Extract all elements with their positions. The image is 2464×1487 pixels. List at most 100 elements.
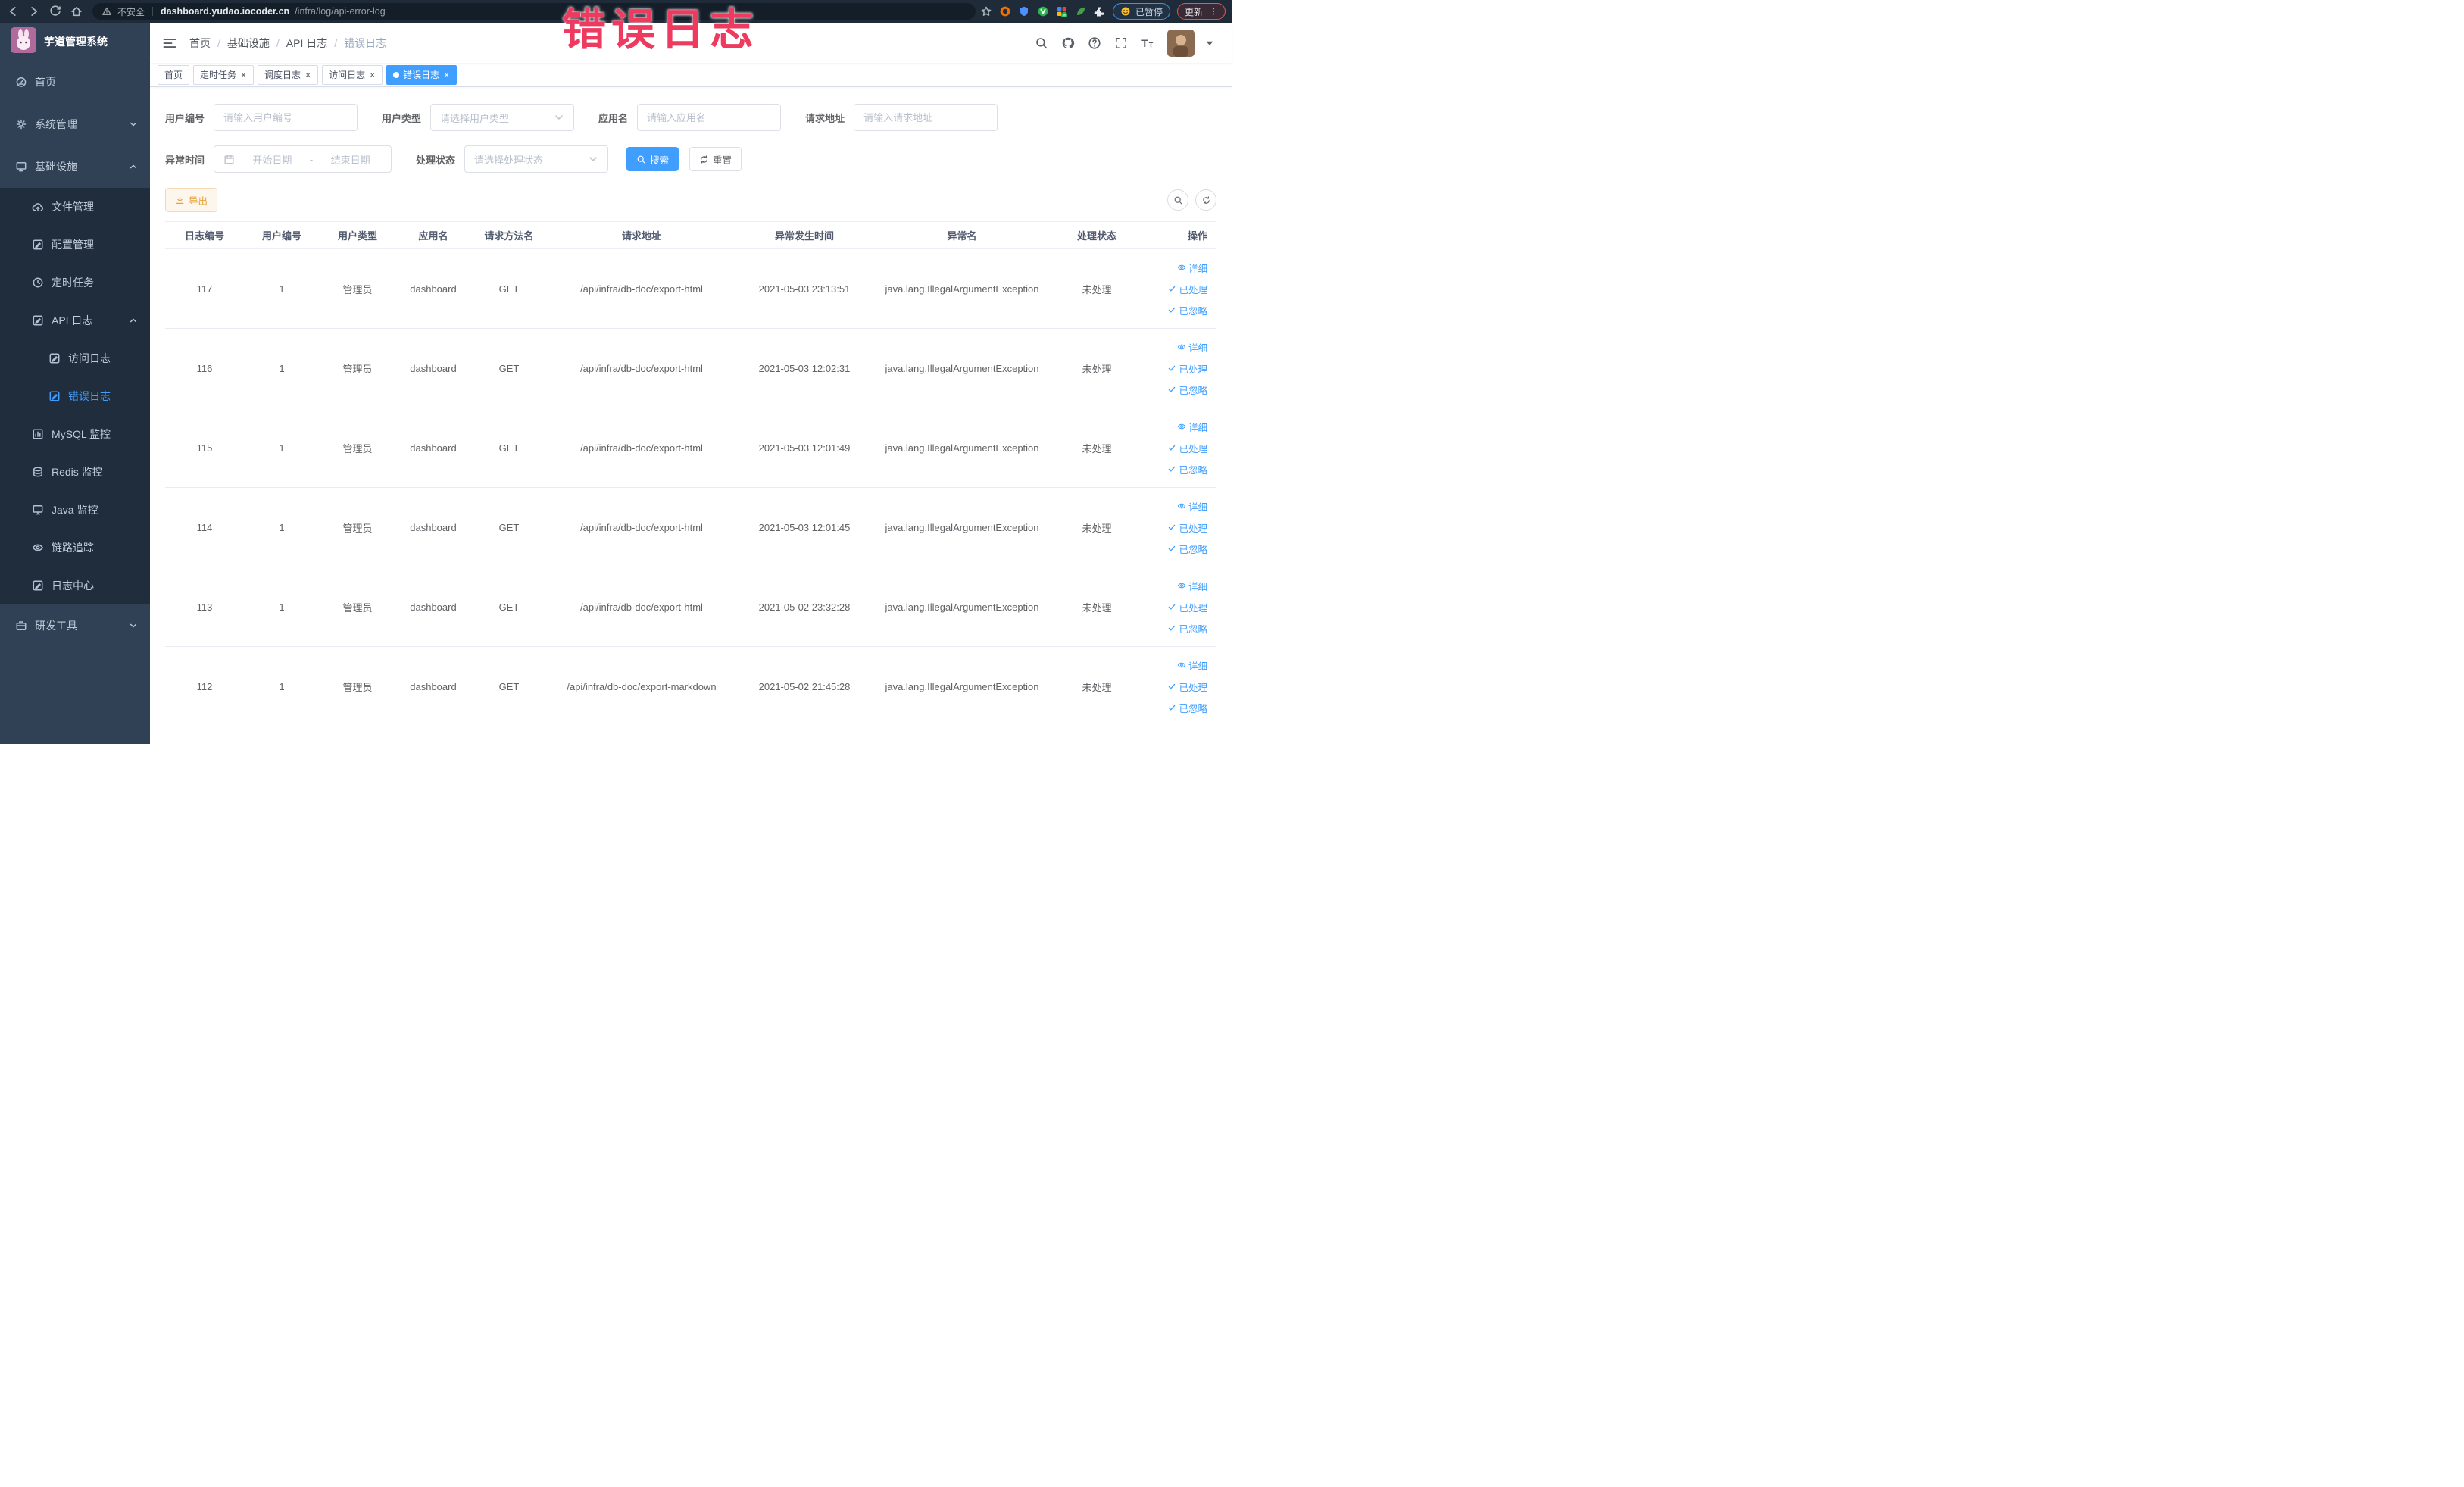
hamburger-icon[interactable]: [162, 36, 177, 51]
tab-close-icon[interactable]: ×: [240, 70, 247, 80]
home-icon[interactable]: [70, 5, 83, 18]
action-ignored-link[interactable]: 已忽略: [1167, 542, 1207, 556]
tab-close-icon[interactable]: ×: [369, 70, 376, 80]
action-detail-link[interactable]: 详细: [1177, 658, 1207, 673]
request-url-field[interactable]: [854, 104, 998, 131]
action-detail-link[interactable]: 详细: [1177, 340, 1207, 355]
cell-exception-time: 2021-05-03 12:01:45: [736, 487, 873, 567]
user-id-input[interactable]: [223, 111, 348, 123]
sidebar-item-13[interactable]: 日志中心: [0, 567, 150, 604]
bookmark-star-icon[interactable]: [980, 5, 992, 17]
action-ignored-link[interactable]: 已忽略: [1167, 303, 1207, 317]
action-processed-link[interactable]: 已处理: [1167, 600, 1207, 614]
action-processed-link[interactable]: 已处理: [1167, 520, 1207, 535]
cell-exception-time: 2021-05-03 23:13:51: [736, 248, 873, 329]
user-type-select[interactable]: 请选择用户类型: [430, 104, 575, 131]
search-button[interactable]: 搜索: [626, 147, 679, 171]
font-size-icon[interactable]: TT: [1141, 36, 1154, 50]
forward-icon[interactable]: [27, 5, 41, 18]
app-name-field[interactable]: [637, 104, 782, 131]
reset-button[interactable]: 重置: [689, 147, 742, 171]
help-icon[interactable]: [1088, 36, 1101, 50]
user-avatar[interactable]: [1167, 29, 1195, 57]
export-button[interactable]: 导出: [165, 188, 218, 212]
request-url-input[interactable]: [863, 111, 988, 123]
tab-0[interactable]: 首页: [158, 64, 190, 85]
table-row[interactable]: 114 1 管理员 dashboard GET/api/infra/db-doc/exp…: [165, 487, 1216, 567]
update-button[interactable]: 更新: [1176, 3, 1226, 20]
start-date-placeholder: 开始日期: [252, 154, 292, 166]
column-header-9: 操作: [1142, 221, 1216, 249]
sidebar-item-12[interactable]: 链路追踪: [0, 529, 150, 567]
extension-leaf-icon[interactable]: [1075, 5, 1087, 17]
url-domain: dashboard.yudao.iocoder.cn: [161, 6, 290, 17]
dashboard-icon: [15, 76, 27, 88]
breadcrumb-item-2[interactable]: API 日志: [286, 36, 327, 51]
cell-method: GET: [471, 646, 547, 726]
action-detail-link[interactable]: 详细: [1177, 420, 1207, 434]
sidebar-item-7[interactable]: 访问日志: [0, 339, 150, 377]
tab-4[interactable]: 错误日志 ×: [386, 64, 458, 85]
action-ignored-link[interactable]: 已忽略: [1167, 383, 1207, 397]
sidebar-item-5[interactable]: 定时任务: [0, 264, 150, 301]
table-row[interactable]: 116 1 管理员 dashboard GET/api/infra/db-doc/exp…: [165, 328, 1216, 408]
error-log-table: 日志编号 用户编号 用户类型 应用名 请求方法名 请求地址 异常发生时间 异常名 处理状态 操作 …: [165, 221, 1216, 726]
tab-close-icon[interactable]: ×: [443, 70, 450, 80]
eye-icon: [1177, 661, 1186, 670]
cell-app-name: dashboard: [395, 248, 471, 329]
sidebar-item-3[interactable]: 文件管理: [0, 188, 150, 226]
action-processed-link[interactable]: 已处理: [1167, 282, 1207, 296]
sidebar-item-11[interactable]: Java 监控: [0, 491, 150, 529]
reload-icon[interactable]: [48, 5, 62, 18]
action-detail-link[interactable]: 详细: [1177, 499, 1207, 514]
action-processed-link[interactable]: 已处理: [1167, 679, 1207, 694]
action-detail-link[interactable]: 详细: [1177, 261, 1207, 275]
extension-puzzle-icon[interactable]: [1094, 5, 1106, 17]
refresh-table-button[interactable]: [1195, 189, 1216, 211]
caret-down-icon[interactable]: [1203, 36, 1216, 50]
sidebar-item-2[interactable]: 基础设施: [0, 145, 150, 188]
sidebar-item-9[interactable]: MySQL 监控: [0, 415, 150, 453]
table-row[interactable]: 115 1 管理员 dashboard GET/api/infra/db-doc/exp…: [165, 408, 1216, 488]
tab-close-icon[interactable]: ×: [304, 70, 311, 80]
action-ignored-link[interactable]: 已忽略: [1167, 621, 1207, 636]
action-processed-link[interactable]: 已处理: [1167, 361, 1207, 376]
cell-user-type: 管理员: [320, 567, 395, 647]
sidebar-item-0[interactable]: 首页: [0, 61, 150, 103]
extension-green-icon[interactable]: [1037, 5, 1049, 17]
fullscreen-icon[interactable]: [1114, 36, 1128, 50]
breadcrumb-item-0[interactable]: 首页: [189, 36, 211, 51]
sidebar-item-4[interactable]: 配置管理: [0, 226, 150, 264]
action-ignored-link[interactable]: 已忽略: [1167, 462, 1207, 476]
back-icon[interactable]: [6, 5, 20, 18]
tab-1[interactable]: 定时任务 ×: [193, 64, 255, 85]
tab-3[interactable]: 访问日志 ×: [322, 64, 383, 85]
extension-grid-icon[interactable]: on: [1056, 5, 1068, 17]
url-bar[interactable]: 不安全 dashboard.yudao.iocoder.cn/infra/log…: [92, 3, 976, 20]
github-icon[interactable]: [1061, 36, 1075, 50]
process-status-select[interactable]: 请选择处理状态: [464, 145, 609, 173]
app-name-input[interactable]: [647, 111, 772, 123]
sidebar-item-10[interactable]: Redis 监控: [0, 453, 150, 491]
table-row[interactable]: 117 1 管理员 dashboard GET/api/infra/db-doc/exp…: [165, 248, 1216, 329]
extension-orange-icon[interactable]: [999, 5, 1011, 17]
search-icon[interactable]: [1035, 36, 1048, 50]
sidebar-item-14[interactable]: 研发工具: [0, 604, 150, 647]
tab-2[interactable]: 调度日志 ×: [258, 64, 319, 85]
cell-request-url: /api/infra/db-doc/export-html: [547, 567, 736, 647]
toggle-search-button[interactable]: [1167, 189, 1188, 211]
exception-time-range[interactable]: 开始日期 - 结束日期: [214, 145, 392, 173]
breadcrumb-item-1[interactable]: 基础设施: [227, 36, 270, 51]
paused-badge[interactable]: 已暂停: [1112, 3, 1170, 20]
action-detail-link[interactable]: 详细: [1177, 579, 1207, 593]
user-id-field[interactable]: [214, 104, 358, 131]
extension-shield-icon[interactable]: [1018, 5, 1030, 17]
action-processed-link[interactable]: 已处理: [1167, 441, 1207, 455]
table-row[interactable]: 112 1 管理员 dashboard GET/api/infra/db-doc/exp…: [165, 646, 1216, 726]
sidebar-item-6[interactable]: API 日志: [0, 301, 150, 339]
sidebar-item-1[interactable]: 系统管理: [0, 103, 150, 145]
action-ignored-link[interactable]: 已忽略: [1167, 701, 1207, 715]
menu-dots-icon[interactable]: [1209, 7, 1218, 16]
table-row[interactable]: 113 1 管理员 dashboard GET/api/infra/db-doc/exp…: [165, 567, 1216, 647]
sidebar-item-8[interactable]: 错误日志: [0, 377, 150, 415]
